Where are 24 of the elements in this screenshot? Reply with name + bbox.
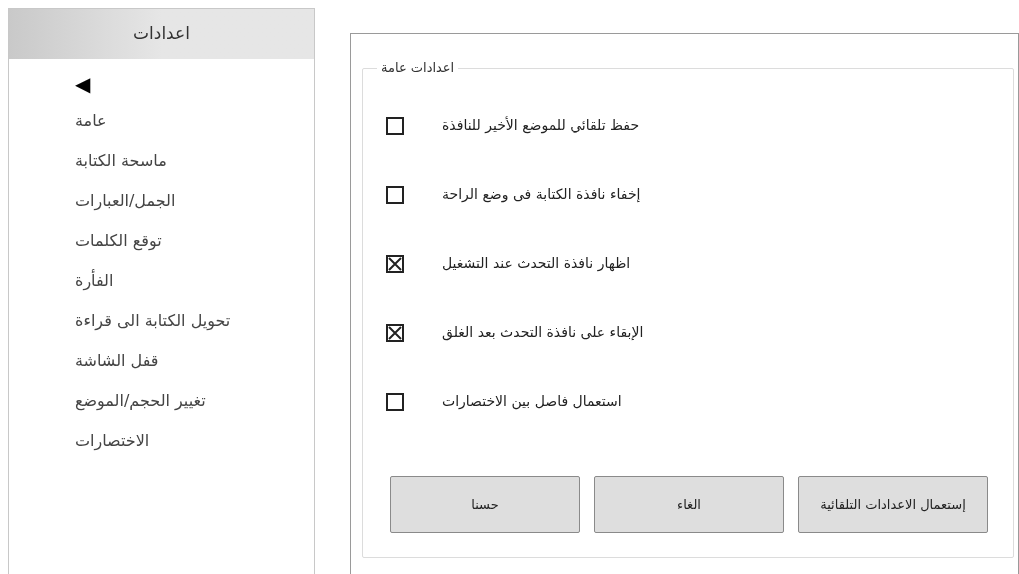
option-label: إخفاء نافذة الكتابة فى وضع الراحة xyxy=(442,185,641,205)
dialog-button[interactable]: حسنا xyxy=(390,476,580,533)
dialog-button[interactable]: الغاء xyxy=(594,476,784,533)
checkbox[interactable] xyxy=(386,323,404,342)
checkbox[interactable] xyxy=(386,185,404,204)
back-button[interactable]: ◀ xyxy=(75,67,91,101)
sidebar-item[interactable]: توقع الكلمات xyxy=(75,221,162,261)
dialog-button[interactable]: إستعمال الاعدادات التلقائية xyxy=(798,476,988,533)
sidebar-item[interactable]: قفل الشاشة xyxy=(75,341,159,381)
sidebar-header: اعدادات xyxy=(9,9,314,59)
option-label: استعمال فاصل بين الاختصارات xyxy=(442,392,622,412)
checkbox[interactable] xyxy=(386,116,404,135)
sidebar-item[interactable]: الاختصارات xyxy=(75,421,150,461)
sidebar-item[interactable]: الجمل/العبارات xyxy=(75,181,176,221)
checkbox[interactable] xyxy=(386,254,404,273)
sidebar-item[interactable]: عامة xyxy=(75,101,107,141)
option-label: اظهار نافذة التحدث عند التشغيل xyxy=(442,254,631,274)
option-label: الإبقاء على نافذة التحدث بعد الغلق xyxy=(442,323,644,343)
sidebar-item[interactable]: تغيير الحجم/الموضع xyxy=(75,381,206,421)
checkbox[interactable] xyxy=(386,392,404,411)
sidebar-item[interactable]: تحويل الكتابة الى قراءة xyxy=(75,301,231,341)
sidebar-item[interactable]: الفأرة xyxy=(75,261,114,301)
option-label: حفظ تلقائي للموضع الأخير للنافذة xyxy=(442,115,640,136)
sidebar-item[interactable]: ماسحة الكتابة xyxy=(75,141,167,181)
